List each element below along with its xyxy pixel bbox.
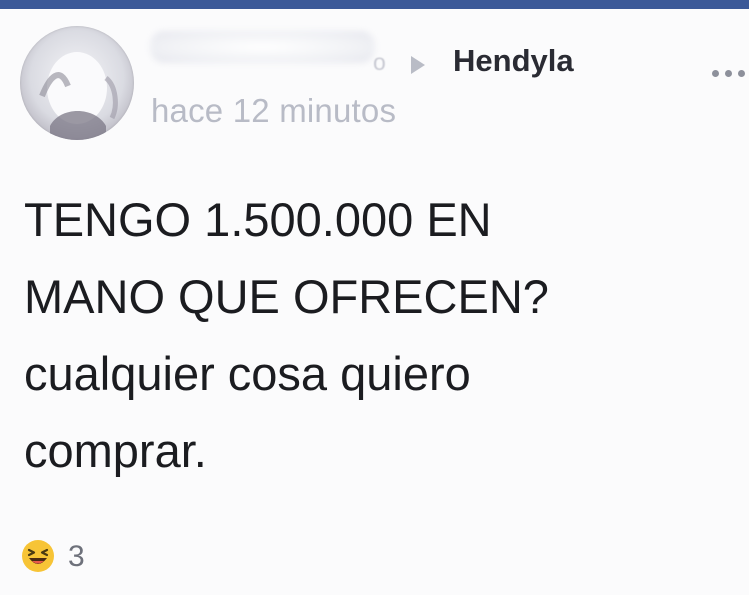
more-options-icon[interactable]: [712, 67, 749, 81]
top-bar: [0, 0, 749, 9]
group-name-link[interactable]: Hendyla: [453, 43, 574, 79]
post-line: MANO QUE OFRECEN?: [24, 270, 549, 323]
haha-emoji-icon: [22, 540, 54, 572]
post-body: TENGO 1.500.000 EN MANO QUE OFRECEN? cua…: [24, 181, 724, 489]
reaction-count: 3: [68, 540, 85, 573]
post-card: o Hendyla hace 12 minutos TENGO 1.500.00…: [0, 9, 749, 595]
arrow-right-icon: [411, 56, 425, 74]
post-line: cualquier cosa quiero: [24, 347, 471, 400]
author-name-fragment: o: [373, 49, 386, 75]
post-line: TENGO 1.500.000 EN: [24, 193, 492, 246]
blurred-author-name: [150, 31, 375, 63]
avatar[interactable]: [20, 26, 134, 140]
avatar-image: [39, 52, 118, 140]
post-line: comprar.: [24, 424, 207, 477]
post-timestamp[interactable]: hace 12 minutos: [151, 92, 396, 130]
